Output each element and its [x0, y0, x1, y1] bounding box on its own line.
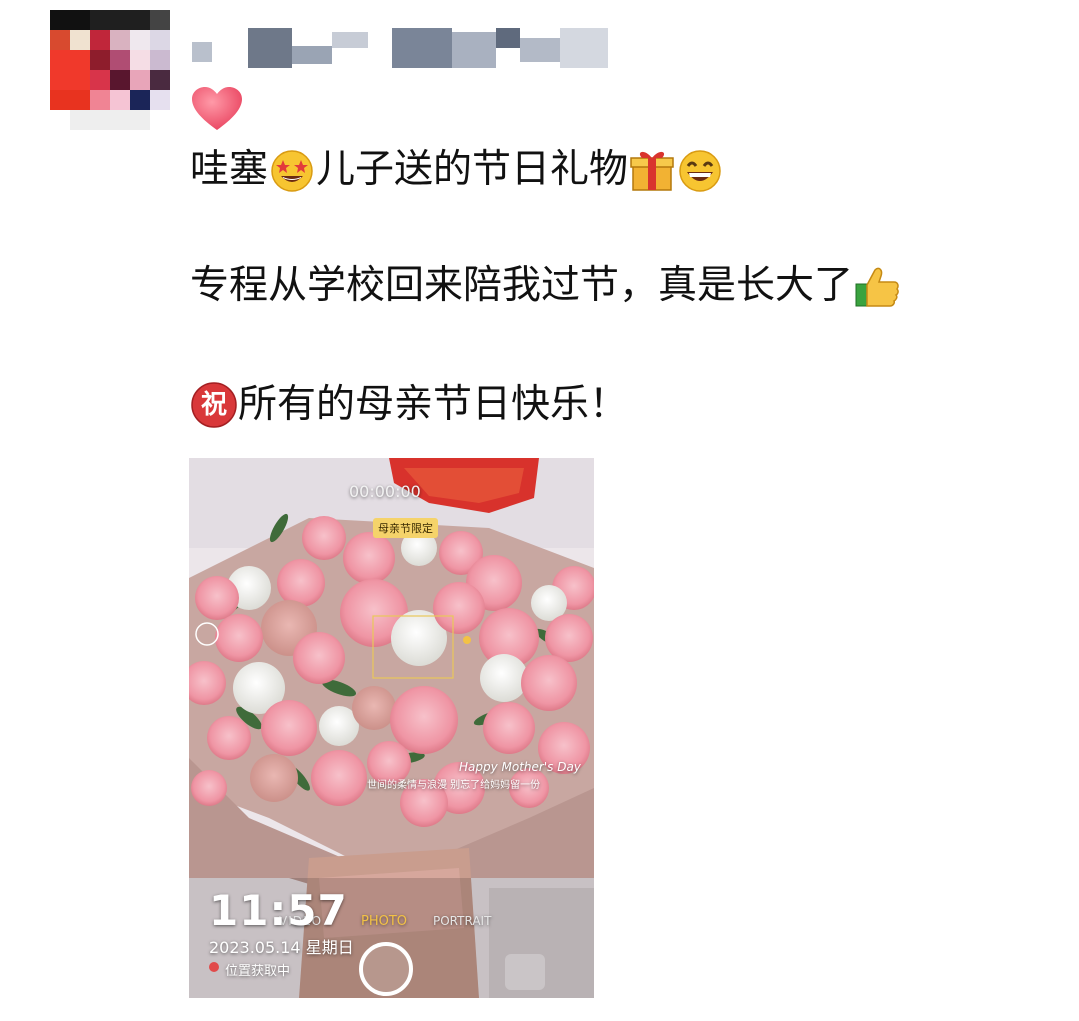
- badge-text: 祝: [200, 390, 227, 420]
- post-line-3: 祝 所有的母亲节日快乐！: [190, 380, 628, 430]
- post-text-part: 专程从学校回来陪我过节，真是长大了: [190, 263, 854, 308]
- overlay-title: Happy Mother's Day: [459, 760, 581, 774]
- heart-icon: [190, 86, 244, 134]
- thumbs-up-emoji-icon: [853, 262, 901, 310]
- post-text-part: 哇塞: [190, 147, 269, 192]
- username-pixelated[interactable]: [192, 28, 612, 72]
- congratulations-badge-icon: 祝: [190, 381, 238, 429]
- recording-timer: 00:00:00: [349, 482, 421, 501]
- location-status: 位置获取中: [225, 964, 291, 979]
- mode-photo[interactable]: PHOTO: [361, 914, 407, 929]
- grinning-emoji-icon: [676, 146, 724, 194]
- location-pin-icon: [209, 962, 219, 972]
- avatar[interactable]: [50, 10, 170, 130]
- star-struck-emoji-icon: [268, 146, 316, 194]
- post-line-2: 专程从学校回来陪我过节，真是长大了: [190, 261, 901, 311]
- gift-emoji-icon: [628, 146, 676, 194]
- post-text-part: 儿子送的节日礼物: [316, 147, 629, 192]
- post-line-1: 哇塞 儿子送的节日礼物: [190, 145, 724, 195]
- camera-switch-icon[interactable]: [505, 954, 545, 990]
- limited-badge[interactable]: 母亲节限定: [373, 518, 438, 538]
- clock-time: 11:57: [209, 886, 348, 935]
- overlay-caption: 世间的柔情与浪漫 别忘了给妈妈留一份: [367, 780, 541, 791]
- post-text-part: 所有的母亲节日快乐！: [238, 382, 629, 427]
- post-photo[interactable]: 00:00:00 母亲节限定 Happy Mother's Day 世间的柔情与…: [189, 458, 594, 998]
- date-text: 2023.05.14 星期日: [209, 938, 354, 957]
- shutter-button[interactable]: [359, 942, 413, 996]
- mode-portrait[interactable]: PORTRAIT: [433, 914, 491, 928]
